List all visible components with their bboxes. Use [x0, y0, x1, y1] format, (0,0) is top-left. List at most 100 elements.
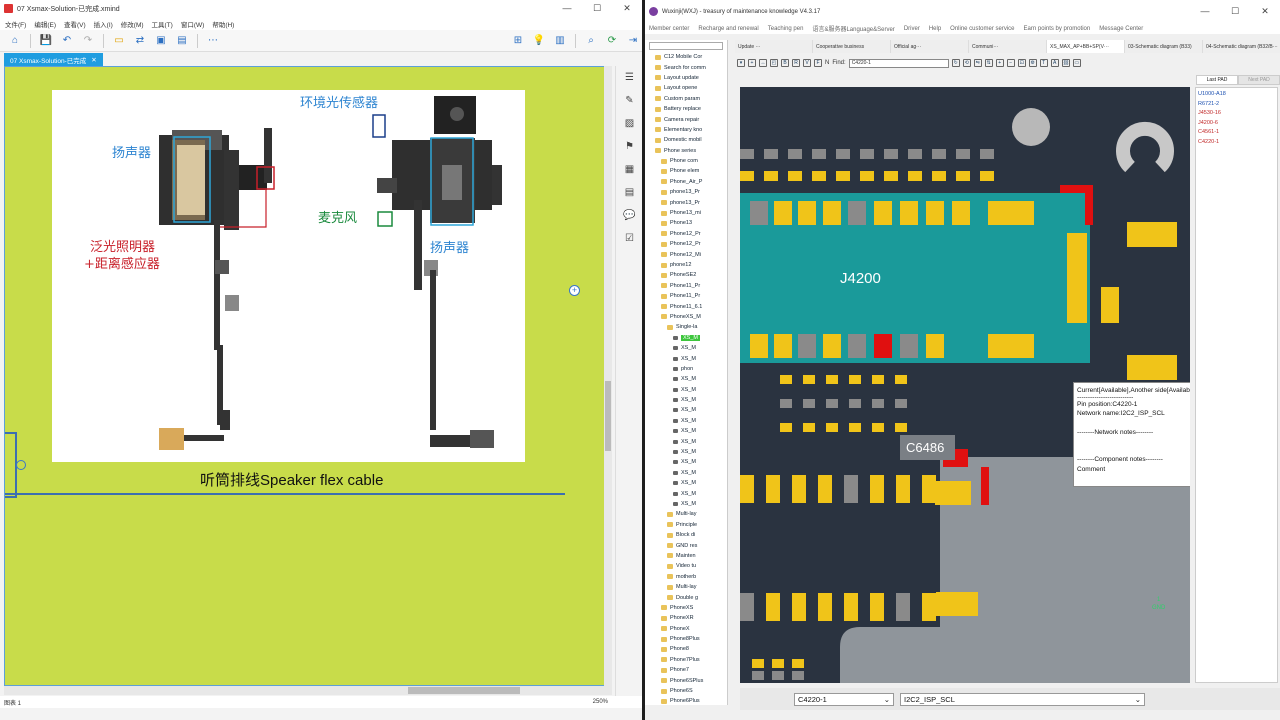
- topic-icon[interactable]: ▭: [110, 33, 128, 49]
- redo-icon[interactable]: ↷: [79, 33, 97, 49]
- pcb-pad[interactable]: [752, 659, 764, 668]
- zoom-area-icon[interactable]: ◰: [770, 59, 778, 67]
- tree-item[interactable]: Mainten: [645, 551, 727, 561]
- presentation-icon[interactable]: ⊞: [509, 33, 527, 49]
- menu-item[interactable]: 查看(V): [64, 19, 86, 29]
- document-tab[interactable]: Official ag···: [891, 40, 968, 53]
- tree-item[interactable]: XS_M: [645, 426, 727, 436]
- tree-item[interactable]: XS_M: [645, 468, 727, 478]
- pcb-pad[interactable]: [900, 201, 918, 225]
- tree-item[interactable]: XS_M: [645, 416, 727, 426]
- image-icon[interactable]: ▨: [616, 112, 642, 135]
- pcb-pad[interactable]: [823, 334, 841, 358]
- summary-icon[interactable]: ▤: [173, 33, 191, 49]
- pcb-pad[interactable]: [848, 334, 866, 358]
- add-topic-icon[interactable]: +: [569, 285, 580, 296]
- pcb-pad[interactable]: [788, 171, 802, 181]
- pcb-pad[interactable]: [860, 149, 874, 159]
- close-button[interactable]: ✕: [612, 3, 642, 14]
- tree-item[interactable]: XS_M: [645, 333, 727, 343]
- pcb-pad[interactable]: [895, 375, 907, 384]
- pcb-pad[interactable]: [988, 201, 1034, 225]
- pcb-pad[interactable]: [836, 149, 850, 159]
- pcb-pad[interactable]: [988, 334, 1034, 358]
- pcb-pad[interactable]: [780, 375, 792, 384]
- fit-icon[interactable]: ⊡: [1017, 59, 1026, 67]
- tree-item[interactable]: XS_M: [645, 457, 727, 467]
- pcb-pad[interactable]: [1067, 233, 1087, 323]
- tree-item[interactable]: Double g: [645, 592, 727, 602]
- menu-item[interactable]: Teaching pen: [768, 26, 804, 32]
- pcb-pad[interactable]: [935, 481, 971, 505]
- tree-item[interactable]: Phone13: [645, 218, 727, 228]
- tree-item[interactable]: PhoneXS_M: [645, 312, 727, 322]
- pcb-pad[interactable]: [812, 149, 826, 159]
- sheet-name[interactable]: 图表 1: [4, 698, 21, 707]
- zoom-in-icon[interactable]: +: [995, 59, 1004, 67]
- pcb-pad[interactable]: [803, 423, 815, 432]
- pcb-pad[interactable]: [764, 171, 778, 181]
- pin-combo[interactable]: C4220-1 ⌄: [794, 692, 894, 706]
- search-icon[interactable]: ⌕: [582, 33, 600, 49]
- pcb-pad[interactable]: [752, 671, 764, 680]
- vertical-scrollbar[interactable]: [604, 66, 612, 686]
- pcb-pad[interactable]: [826, 375, 838, 384]
- pcb-pad[interactable]: [884, 149, 898, 159]
- tree-item[interactable]: Phone6Plus: [645, 696, 727, 705]
- tree-item[interactable]: XS_M: [645, 436, 727, 446]
- pcb-pad[interactable]: [772, 671, 784, 680]
- menu-item[interactable]: 工具(T): [152, 19, 173, 29]
- pcb-pad[interactable]: [766, 593, 780, 621]
- tree-item[interactable]: Phone8: [645, 644, 727, 654]
- more-icon[interactable]: ⋯: [204, 33, 222, 49]
- pcb-pad[interactable]: [926, 334, 944, 358]
- tree-item[interactable]: Phone8Plus: [645, 634, 727, 644]
- pad-history-item[interactable]: J4530-16: [1198, 109, 1275, 119]
- document-tab[interactable]: Update ···: [735, 40, 812, 53]
- folder-icon[interactable]: ▭: [1072, 59, 1081, 67]
- ab-icon[interactable]: A: [1050, 59, 1059, 67]
- pcb-pad[interactable]: [792, 593, 806, 621]
- pcb-pad[interactable]: [1101, 287, 1119, 323]
- pad-history-item[interactable]: R6721-2: [1198, 100, 1275, 110]
- document-tab[interactable]: Cooperative business: [813, 40, 890, 53]
- pad-history-item[interactable]: J4200-6: [1198, 119, 1275, 129]
- pcb-pad[interactable]: [792, 671, 804, 680]
- pcb-pad[interactable]: [803, 375, 815, 384]
- document-tab[interactable]: 04-Schematic diagram (B32/B···: [1203, 40, 1280, 53]
- pcb-pad[interactable]: [860, 171, 874, 181]
- tree-item[interactable]: Phone12_Pr: [645, 239, 727, 249]
- pcb-pad[interactable]: [826, 399, 838, 408]
- tree-item[interactable]: Elementary kno: [645, 125, 727, 135]
- pcb-pad[interactable]: [900, 334, 918, 358]
- tree-item[interactable]: XS_M: [645, 488, 727, 498]
- tree-item[interactable]: Phone7: [645, 665, 727, 675]
- pcb-pad[interactable]: [1127, 355, 1177, 380]
- minimize-button[interactable]: —: [552, 3, 582, 14]
- tree-item[interactable]: XS_M: [645, 343, 727, 353]
- tree-item[interactable]: XS_M: [645, 353, 727, 363]
- menu-item[interactable]: Recharge and renewal: [698, 26, 758, 32]
- tree-item[interactable]: GND res: [645, 540, 727, 550]
- pcb-pad[interactable]: [766, 475, 780, 503]
- pcb-pad[interactable]: [874, 201, 892, 225]
- pcb-pad[interactable]: [926, 201, 944, 225]
- tree-item[interactable]: Phone_Air_P: [645, 177, 727, 187]
- pcb-pad[interactable]: [772, 659, 784, 668]
- pcb-pad[interactable]: [803, 399, 815, 408]
- tree-item[interactable]: Phone6SPlus: [645, 675, 727, 685]
- tree-item[interactable]: Phone12_Pr: [645, 229, 727, 239]
- tree-item[interactable]: PhoneXR: [645, 613, 727, 623]
- pcb-pad[interactable]: [848, 201, 866, 225]
- pcb-pad[interactable]: [740, 149, 754, 159]
- idea-icon[interactable]: 💡: [530, 33, 548, 49]
- menu-item[interactable]: 编辑(E): [34, 19, 56, 29]
- pcb-pad[interactable]: [812, 171, 826, 181]
- tree-item[interactable]: XS_M: [645, 447, 727, 457]
- pcb-pad[interactable]: [980, 149, 994, 159]
- home-icon[interactable]: ⌂: [6, 33, 24, 49]
- document-tab[interactable]: Communi···: [969, 40, 1046, 53]
- tree-item[interactable]: Layout update: [645, 73, 727, 83]
- menu-item[interactable]: Earn points by promotion: [1024, 26, 1091, 32]
- tree-item[interactable]: Phone13_mi: [645, 208, 727, 218]
